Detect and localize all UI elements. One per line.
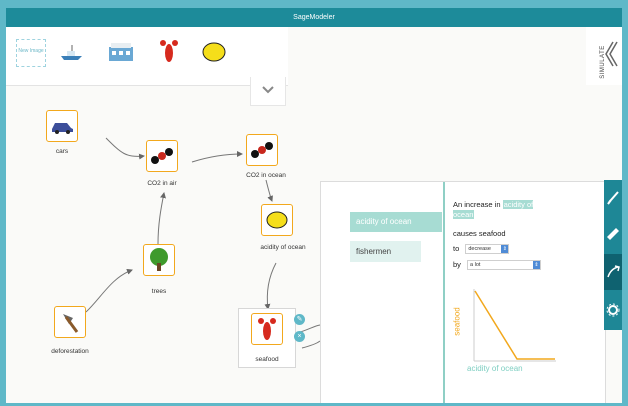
app-window: SageModeler New Image SIMULATE cars CO2 … xyxy=(6,8,622,403)
node-seafood[interactable]: seafood ✎ × xyxy=(238,308,305,368)
paintbrush-icon xyxy=(607,191,619,205)
by-label: by xyxy=(453,260,461,269)
link-cars-co2[interactable] xyxy=(105,137,145,160)
relationship-editor: An increase in acidity of ocean causes s… xyxy=(453,182,601,403)
pencil-icon: ✎ xyxy=(296,316,303,323)
sentence-causes: causes seafood xyxy=(453,229,506,238)
link-deforestation-trees[interactable] xyxy=(85,268,133,313)
amount-value: a lot xyxy=(470,262,481,269)
axe-icon xyxy=(63,314,79,333)
style-tool-button[interactable] xyxy=(604,180,622,216)
tree-icon xyxy=(150,248,168,271)
node-cars-label: cars xyxy=(55,148,69,155)
curve-arrow-icon xyxy=(607,265,620,278)
node-trees-label: trees xyxy=(151,288,167,295)
lemon-icon xyxy=(266,211,288,229)
inspector-toolbar xyxy=(604,180,622,330)
select-arrows-icon: ⇕ xyxy=(501,245,509,254)
direction-row: to decrease ⇕ xyxy=(453,244,510,255)
delete-node-button[interactable]: × xyxy=(294,331,305,342)
node-cars[interactable]: cars xyxy=(46,110,78,155)
node-deforestation-box[interactable] xyxy=(54,306,86,338)
close-icon: × xyxy=(297,333,302,340)
ruler-icon xyxy=(607,228,619,240)
link-co2ocean-acidity[interactable] xyxy=(265,179,273,202)
co2-molecule-icon xyxy=(151,148,173,164)
node-co2-air-label: CO2 in air xyxy=(147,180,177,187)
graph-y-label: seafood xyxy=(452,307,462,336)
co2-molecule-icon xyxy=(251,142,273,158)
relationship-panel: acidity of ocean fishermen An increase i… xyxy=(320,181,606,403)
node-trees[interactable]: trees xyxy=(143,244,175,295)
sentence-prefix: An increase in xyxy=(453,200,501,209)
car-icon xyxy=(52,123,73,134)
lobster-icon xyxy=(258,318,276,340)
node-co2-air-box[interactable] xyxy=(146,140,178,172)
node-acidity-label: acidity of ocean xyxy=(260,244,306,251)
link-co2air-co2ocean[interactable] xyxy=(191,151,243,163)
node-seafood-box[interactable] xyxy=(251,313,283,345)
relationship-item-fishermen[interactable]: fishermen xyxy=(350,241,421,262)
node-acidity-box[interactable] xyxy=(261,204,293,236)
node-seafood-card[interactable]: seafood xyxy=(238,308,296,368)
node-co2-in-air[interactable]: CO2 in air xyxy=(146,140,178,187)
amount-select[interactable]: a lot ⇕ xyxy=(467,260,542,271)
relationship-tool-button[interactable] xyxy=(604,254,622,290)
node-deforestation-label: deforestation xyxy=(51,348,89,355)
relationship-item-acidity[interactable]: acidity of ocean xyxy=(350,212,442,232)
relationship-sentence: An increase in acidity of ocean xyxy=(453,200,549,220)
select-arrows-icon: ⇕ xyxy=(533,261,541,270)
node-co2-in-ocean[interactable]: CO2 in ocean xyxy=(246,134,286,179)
graph-curve xyxy=(474,290,555,360)
settings-tool-button[interactable] xyxy=(604,292,622,328)
edit-node-button[interactable]: ✎ xyxy=(294,314,305,325)
node-acidity-of-ocean[interactable]: acidity of ocean xyxy=(260,204,306,251)
node-seafood-label: seafood xyxy=(255,356,279,363)
to-label: to xyxy=(453,244,460,253)
link-trees-co2[interactable] xyxy=(157,192,166,245)
node-co2-ocean-box[interactable] xyxy=(246,134,278,166)
node-co2-ocean-label: CO2 in ocean xyxy=(246,172,286,179)
link-acidity-seafood[interactable] xyxy=(264,262,277,310)
gear-icon xyxy=(606,303,620,317)
direction-value: decrease xyxy=(468,246,491,253)
node-trees-box[interactable] xyxy=(143,244,175,276)
measure-tool-button[interactable] xyxy=(604,216,622,252)
link-seafood-out-2[interactable] xyxy=(301,340,321,349)
node-cars-box[interactable] xyxy=(46,110,78,142)
graph-x-label: acidity of ocean xyxy=(467,364,523,373)
amount-row: by a lot ⇕ xyxy=(453,260,542,271)
relationship-list: acidity of ocean fishermen xyxy=(321,182,445,403)
node-deforestation[interactable]: deforestation xyxy=(51,306,89,355)
direction-select[interactable]: decrease ⇕ xyxy=(465,244,510,255)
